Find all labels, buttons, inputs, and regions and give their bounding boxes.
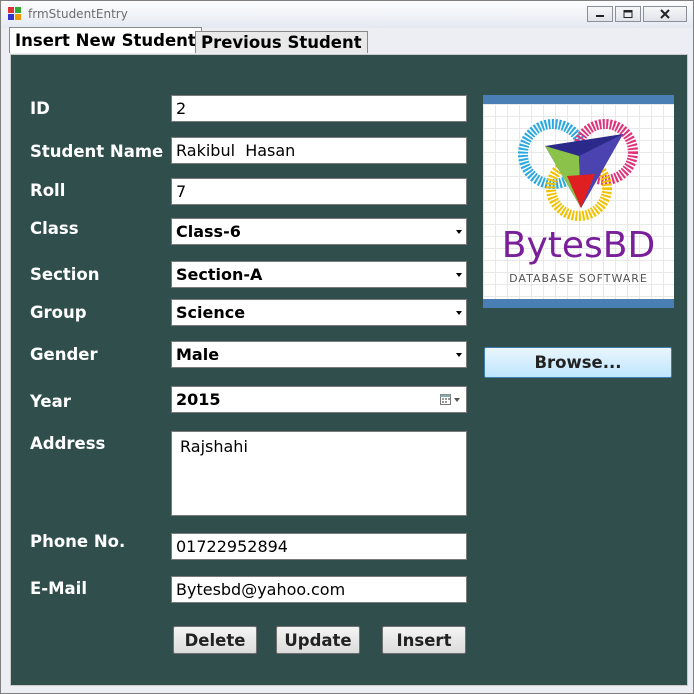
email-value: Bytesbd@yahoo.com: [176, 580, 346, 599]
maximize-button[interactable]: [615, 6, 641, 22]
year-label: Year: [30, 392, 71, 411]
close-button[interactable]: [643, 6, 687, 22]
update-button[interactable]: Update: [276, 626, 360, 654]
calendar-icon: [440, 394, 451, 405]
address-textarea[interactable]: Rajshahi: [171, 431, 467, 516]
group-value: Science: [176, 303, 246, 322]
app-window: frmStudentEntry Insert New Student Previ…: [0, 0, 694, 694]
chevron-down-icon: [456, 229, 462, 234]
bytesbd-logo-icon: [518, 119, 638, 221]
phone-value: 01722952894: [176, 537, 288, 556]
roll-field[interactable]: 7: [171, 178, 467, 205]
id-value: 2: [176, 99, 187, 118]
chevron-down-icon: [456, 310, 462, 315]
address-label: Address: [30, 434, 106, 453]
student-name-label: Student Name: [30, 142, 164, 161]
year-value: 2015: [176, 390, 221, 409]
close-icon: [660, 9, 670, 19]
group-label: Group: [30, 303, 87, 322]
phone-label: Phone No.: [30, 532, 126, 551]
logo-title: BytesBD: [501, 225, 656, 266]
student-name-value: Rakibul Hasan: [176, 141, 296, 160]
roll-value: 7: [176, 182, 187, 201]
student-name-field[interactable]: Rakibul Hasan: [171, 137, 467, 164]
chevron-down-icon: [454, 397, 460, 402]
id-field[interactable]: 2: [171, 95, 467, 122]
class-value: Class-6: [176, 222, 241, 241]
gender-value: Male: [176, 345, 220, 364]
insert-button[interactable]: Insert: [382, 626, 466, 654]
class-label: Class: [30, 219, 79, 238]
minimize-icon: [596, 15, 604, 17]
id-label: ID: [30, 99, 50, 118]
maximize-icon: [623, 10, 633, 18]
address-value: Rajshahi: [180, 437, 248, 456]
chevron-down-icon: [456, 272, 462, 277]
student-photo: BytesBD DATABASE SOFTWARE: [483, 95, 674, 308]
email-field[interactable]: Bytesbd@yahoo.com: [171, 576, 467, 603]
delete-button[interactable]: Delete: [173, 626, 257, 654]
email-label: E-Mail: [30, 579, 87, 598]
chevron-down-icon: [456, 352, 462, 357]
window-controls: [585, 6, 687, 22]
roll-label: Roll: [30, 181, 66, 200]
group-dropdown[interactable]: Science: [171, 299, 467, 326]
class-dropdown[interactable]: Class-6: [171, 218, 467, 245]
logo-subtitle: DATABASE SOFTWARE: [509, 272, 648, 285]
section-label: Section: [30, 265, 100, 284]
gender-dropdown[interactable]: Male: [171, 341, 467, 368]
tab-insert-new-student[interactable]: Insert New Student: [9, 27, 202, 53]
gender-label: Gender: [30, 345, 98, 364]
tab-previous-student[interactable]: Previous Student: [195, 31, 368, 53]
browse-button[interactable]: Browse...: [484, 347, 672, 378]
section-dropdown[interactable]: Section-A: [171, 261, 467, 288]
year-picker[interactable]: 2015: [171, 386, 467, 413]
title-bar[interactable]: frmStudentEntry: [1, 1, 693, 28]
section-value: Section-A: [176, 265, 263, 284]
phone-field[interactable]: 01722952894: [171, 533, 467, 560]
app-icon: [8, 7, 21, 20]
minimize-button[interactable]: [587, 6, 613, 22]
window-title: frmStudentEntry: [28, 7, 128, 21]
